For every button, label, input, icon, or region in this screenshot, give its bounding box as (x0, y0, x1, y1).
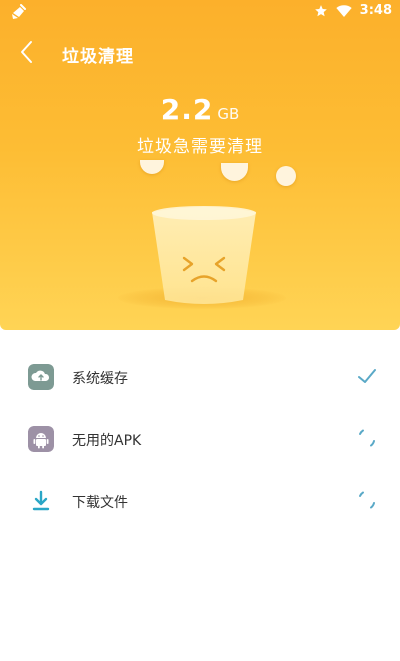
loading-spinner-icon (359, 429, 375, 447)
back-chevron-icon[interactable] (14, 38, 42, 66)
scan-list: 系统缓存 无用的APK 下载文件 (0, 346, 400, 532)
list-item[interactable]: 无用的APK (0, 408, 400, 470)
status-bar: 3:48 (0, 0, 400, 24)
junk-size-value: 2.2 (160, 93, 214, 126)
list-item-label: 下载文件 (72, 495, 128, 511)
floating-bubble (221, 163, 248, 181)
broom-icon (12, 4, 26, 19)
status-time: 3:48 (359, 3, 392, 18)
cloud-cache-icon (28, 364, 54, 390)
list-item[interactable]: 下载文件 (0, 470, 400, 532)
loading-spinner-icon (359, 491, 375, 509)
list-item-label: 无用的APK (72, 433, 142, 449)
header-panel: 3:48 垃圾清理 2.2 GB 垃圾急需要清理 (0, 0, 400, 330)
wifi-icon (335, 4, 352, 17)
junk-size-unit: GB (217, 105, 240, 123)
junk-message: 垃圾急需要清理 (137, 137, 263, 157)
app-bar: 垃圾清理 (0, 26, 400, 78)
floating-bubble (276, 166, 296, 186)
floating-bubble (140, 160, 164, 174)
android-icon (28, 426, 54, 452)
junk-size: 2.2 GB (0, 93, 400, 126)
check-icon (358, 369, 376, 383)
sad-trash-cup-icon (152, 206, 256, 304)
download-icon (32, 490, 50, 511)
page-title: 垃圾清理 (62, 47, 134, 67)
list-item-label: 系统缓存 (72, 371, 128, 387)
list-item[interactable]: 系统缓存 (0, 346, 400, 408)
star-icon (314, 4, 327, 16)
